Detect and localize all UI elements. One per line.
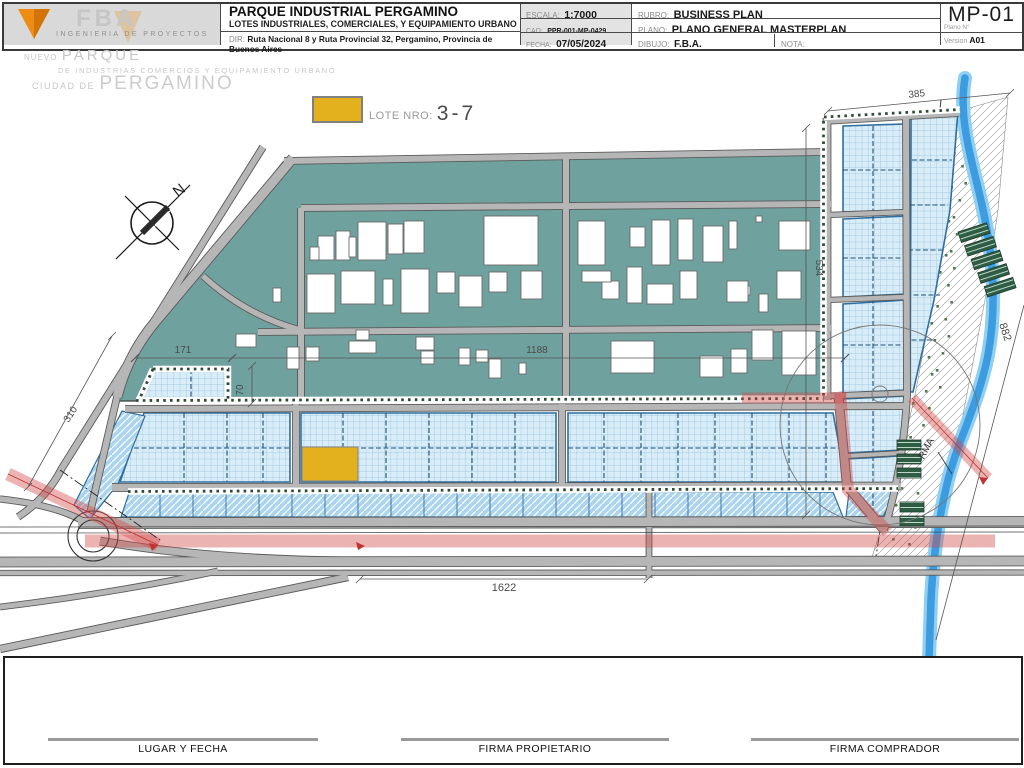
scale-cad-date-cell: ESCALA: 1:7000 CAD: PPR-001-MP-0429 FECH… (520, 4, 631, 47)
dim-882: 882 (996, 321, 1013, 342)
legend-label: LOTE NRO: (369, 110, 433, 122)
highlighted-lot-3-7 (301, 446, 359, 482)
signature-caption: FIRMA COMPRADOR (829, 743, 941, 755)
fecha-label: FECHA: (526, 42, 552, 47)
nota-label: NOTA: (781, 40, 805, 47)
plano-value: PLANO GENERAL MASTERPLAN (671, 23, 847, 33)
signature-caption: FIRMA PROPIETARIO (478, 743, 592, 755)
version-row: Version A01 (941, 32, 1022, 45)
dim-70: 70 (235, 384, 246, 396)
plano-label: PLANO: (638, 25, 668, 33)
dim-171: 171 (175, 345, 192, 356)
dim-310: 310 (62, 404, 81, 424)
fecha-value: 07/05/2024 (556, 39, 607, 47)
project-title-cell: PARQUE INDUSTRIAL PERGAMINO LOTES INDUST… (220, 4, 520, 54)
ghost-nuevo: NUEVO (24, 53, 58, 62)
sheet-number: MP-01 (948, 3, 1015, 26)
version-label: Version (944, 38, 968, 45)
dibujo-label: DIBUJO: (638, 40, 670, 47)
dim-1188: 1188 (526, 345, 548, 356)
plano-row: PLANO: PLANO GENERAL MASTERPLAN (632, 19, 940, 33)
signature-block: LUGAR Y FECHA FIRMA PROPIETARIO FIRMA CO… (3, 656, 1023, 765)
signature-field-owner: FIRMA PROPIETARIO (401, 738, 669, 755)
signature-field-place-date: LUGAR Y FECHA (48, 738, 318, 755)
ghost-parque: PARQUE (61, 47, 143, 64)
masterplan-sheet: 171 1188 70 310 385 534 882 1622 RMA N F… (0, 0, 1024, 768)
dibujo-value: F.B.A. (674, 39, 702, 47)
signature-field-buyer: FIRMA COMPRADOR (751, 738, 1019, 755)
signature-caption: LUGAR Y FECHA (138, 743, 228, 755)
nota-field: NOTA: (774, 34, 940, 47)
legend-lot-number: 3-7 (436, 102, 477, 125)
scale-row: ESCALA: 1:7000 (521, 4, 631, 19)
rubro-plano-cell: RUBRO: BUSINESS PLAN PLANO: PLANO GENERA… (631, 4, 940, 47)
title-block: FBA INGENIERIA DE PROYECTOS PARQUE INDUS… (2, 2, 1024, 54)
lot-strip-cell-2 (842, 215, 906, 298)
dibujo-nota-row: DIBUJO: F.B.A. NOTA: (632, 33, 940, 47)
north-compass: N (115, 180, 191, 260)
ghost-pergamino: PERGAMINO (99, 73, 234, 94)
lot-row-c (120, 491, 844, 518)
company-tagline: INGENIERIA DE PROYECTOS (56, 31, 209, 38)
project-title: PARQUE INDUSTRIAL PERGAMINO (229, 4, 459, 19)
cad-row: CAD: PPR-001-MP-0429 (521, 19, 631, 33)
sheet-number-cell: MP-01 Plano N° Version A01 (940, 4, 1022, 45)
dim-385: 385 (908, 88, 926, 101)
escala-label: ESCALA: (526, 11, 560, 19)
escala-value: 1:7000 (564, 9, 597, 19)
dibujo-field: DIBUJO: F.B.A. (638, 34, 774, 47)
dim-534: 534 (813, 260, 824, 277)
company-name-ghost: FBA (76, 5, 138, 32)
rubro-value: BUSINESS PLAN (673, 9, 763, 19)
version-value: A01 (969, 35, 985, 45)
masterplan-drawing: 171 1188 70 310 385 534 882 1622 RMA N (0, 71, 1024, 667)
dim-1622: 1622 (492, 582, 516, 594)
project-subtitle: LOTES INDUSTRIALES, COMERCIALES, Y EQUIP… (229, 19, 517, 29)
lot-strip-cell-3 (842, 299, 906, 394)
rubro-label: RUBRO: (638, 11, 670, 19)
frontage-division-lines (159, 493, 821, 517)
legend-color-swatch (312, 96, 363, 123)
lot-strip-cell-1 (842, 123, 906, 213)
date-row: FECHA: 07/05/2024 (521, 33, 631, 47)
north-label: N (170, 180, 189, 200)
dir-label: DIR: (229, 35, 245, 44)
company-logo-cell: FBA INGENIERIA DE PROYECTOS (4, 4, 220, 45)
lot-legend: LOTE NRO: 3-7 (312, 96, 477, 125)
ghost-ciudad-de: CIUDAD DE (32, 81, 96, 91)
rubro-row: RUBRO: BUSINESS PLAN (632, 4, 940, 19)
watermark-heading: NUEVO PARQUE DE INDUSTRIAS COMERCIOS Y E… (24, 47, 336, 94)
